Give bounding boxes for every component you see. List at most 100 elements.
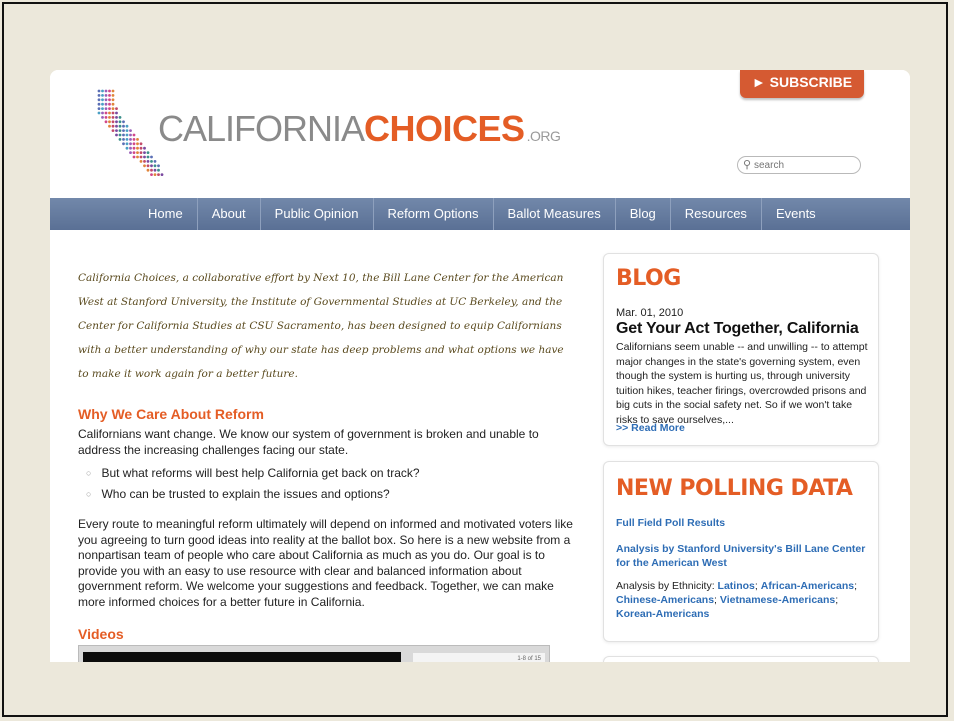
latinos-link[interactable]: Latinos (718, 580, 755, 592)
logo-dot (125, 129, 129, 132)
logo-dot (111, 111, 115, 115)
logo-dot (136, 146, 139, 150)
body-paragraph: Every route to meaningful reform ultimat… (78, 517, 573, 609)
search-box[interactable]: ⚲ (737, 156, 861, 174)
video-count: 1-8 of 15 (413, 653, 545, 662)
logo-dot (122, 142, 125, 146)
videos-heading: Videos (78, 626, 124, 642)
logo-dot (118, 116, 122, 119)
logo-dot (115, 129, 118, 132)
logo-dot (104, 98, 108, 102)
nav-ballot-measures[interactable]: Ballot Measures (494, 198, 616, 230)
logo-dot (101, 107, 104, 110)
logo-dot (111, 102, 115, 106)
logo-dot (97, 98, 101, 102)
logo-dot (118, 138, 122, 141)
logo-dot (118, 124, 122, 128)
intro-paragraph: California Choices, a collaborative effo… (78, 272, 564, 380)
logo-dot (153, 173, 157, 176)
nav-about[interactable]: About (198, 198, 261, 230)
nav-reform-options[interactable]: Reform Options (374, 198, 494, 230)
read-more-link[interactable]: >> Read More (616, 422, 685, 434)
logo-dot (115, 133, 118, 137)
logo-dot (104, 111, 108, 115)
logo-dot (143, 151, 146, 154)
field-poll-link[interactable]: Full Field Poll Results (616, 517, 725, 529)
video-screen[interactable] (83, 652, 401, 662)
logo-dot (146, 160, 150, 163)
logo-dot (132, 151, 136, 154)
stanford-analysis-link[interactable]: Analysis by Stanford University's Bill L… (616, 542, 872, 570)
logo-dot (104, 89, 108, 93)
nav-public-opinion[interactable]: Public Opinion (261, 198, 374, 230)
blog-post-title[interactable]: Get Your Act Together, California (616, 320, 859, 338)
logo-dot (108, 89, 111, 93)
search-input[interactable] (754, 158, 854, 172)
logo-dot (108, 94, 111, 97)
logo-dot (118, 133, 122, 137)
logo-dot (129, 133, 132, 137)
logo-dot (136, 151, 139, 154)
logo-dot (146, 168, 150, 172)
logo-dot (118, 120, 122, 124)
logo-org: .ORG (526, 128, 561, 144)
logo-dot (111, 124, 115, 128)
logo-dot (104, 107, 108, 110)
logo-dot (129, 138, 132, 141)
nav-home[interactable]: Home (134, 198, 198, 230)
logo-dot (150, 173, 153, 176)
logo-dot (132, 133, 136, 137)
chinese-americans-link[interactable]: Chinese-Americans (616, 594, 714, 606)
main-nav: Home About Public Opinion Reform Options… (50, 198, 910, 230)
logo-dot (122, 138, 125, 141)
ethnicity-analysis: Analysis by Ethnicity: Latinos; African-… (616, 580, 858, 620)
african-americans-link[interactable]: African-Americans (761, 580, 854, 592)
logo-dot (150, 164, 153, 168)
korean-americans-link[interactable]: Korean-Americans (616, 608, 709, 620)
logo-dot (115, 107, 118, 110)
logo-dot (129, 129, 132, 132)
logo-dot (101, 98, 104, 102)
logo-dot (146, 164, 150, 168)
nav-blog[interactable]: Blog (616, 198, 671, 230)
subscribe-button[interactable]: ► SUBSCRIBE (740, 70, 864, 98)
logo-dot (101, 94, 104, 97)
logo-dot (132, 138, 136, 141)
logo-dot (153, 160, 157, 163)
video-player[interactable]: 1-8 of 15 (78, 645, 550, 662)
vietnamese-americans-link[interactable]: Vietnamese-Americans (720, 594, 835, 606)
logo-dot (101, 111, 104, 115)
logo-dot (132, 155, 136, 159)
blog-heading: BLOG (616, 266, 681, 291)
logo-dot (143, 146, 146, 150)
logo-dot (101, 89, 104, 93)
logo-dot (108, 116, 111, 119)
logo-dot (104, 94, 108, 97)
logo-dot (111, 98, 115, 102)
logo-dot (139, 146, 143, 150)
logo-dot (108, 107, 111, 110)
blog-date: Mar. 01, 2010 (616, 307, 684, 319)
polling-box: NEW POLLING DATA Full Field Poll Results… (603, 461, 879, 642)
nav-resources[interactable]: Resources (671, 198, 762, 230)
logo-dot (136, 138, 139, 141)
nav-events[interactable]: Events (762, 198, 830, 230)
blog-excerpt: Californians seem unable -- and unwillin… (616, 341, 868, 426)
logo-california: CALIFORNIA (158, 108, 365, 149)
logo-dot (132, 142, 136, 146)
logo-dot (157, 168, 160, 172)
logo-dot (150, 168, 153, 172)
logo-dot (97, 107, 101, 110)
logo-dot (118, 129, 122, 132)
logo-dot (139, 155, 143, 159)
ethnicity-label: Analysis by Ethnicity: (616, 580, 715, 592)
site-logo[interactable]: CALIFORNIACHOICES .ORG (158, 108, 561, 150)
logo-dot (97, 89, 101, 93)
logo-dot (153, 164, 157, 168)
logo-dot (125, 124, 129, 128)
logo-dot (146, 155, 150, 159)
sidebar-box (603, 656, 879, 662)
logo-dot (139, 151, 143, 154)
logo-dot (122, 133, 125, 137)
logo-dot (101, 116, 104, 119)
